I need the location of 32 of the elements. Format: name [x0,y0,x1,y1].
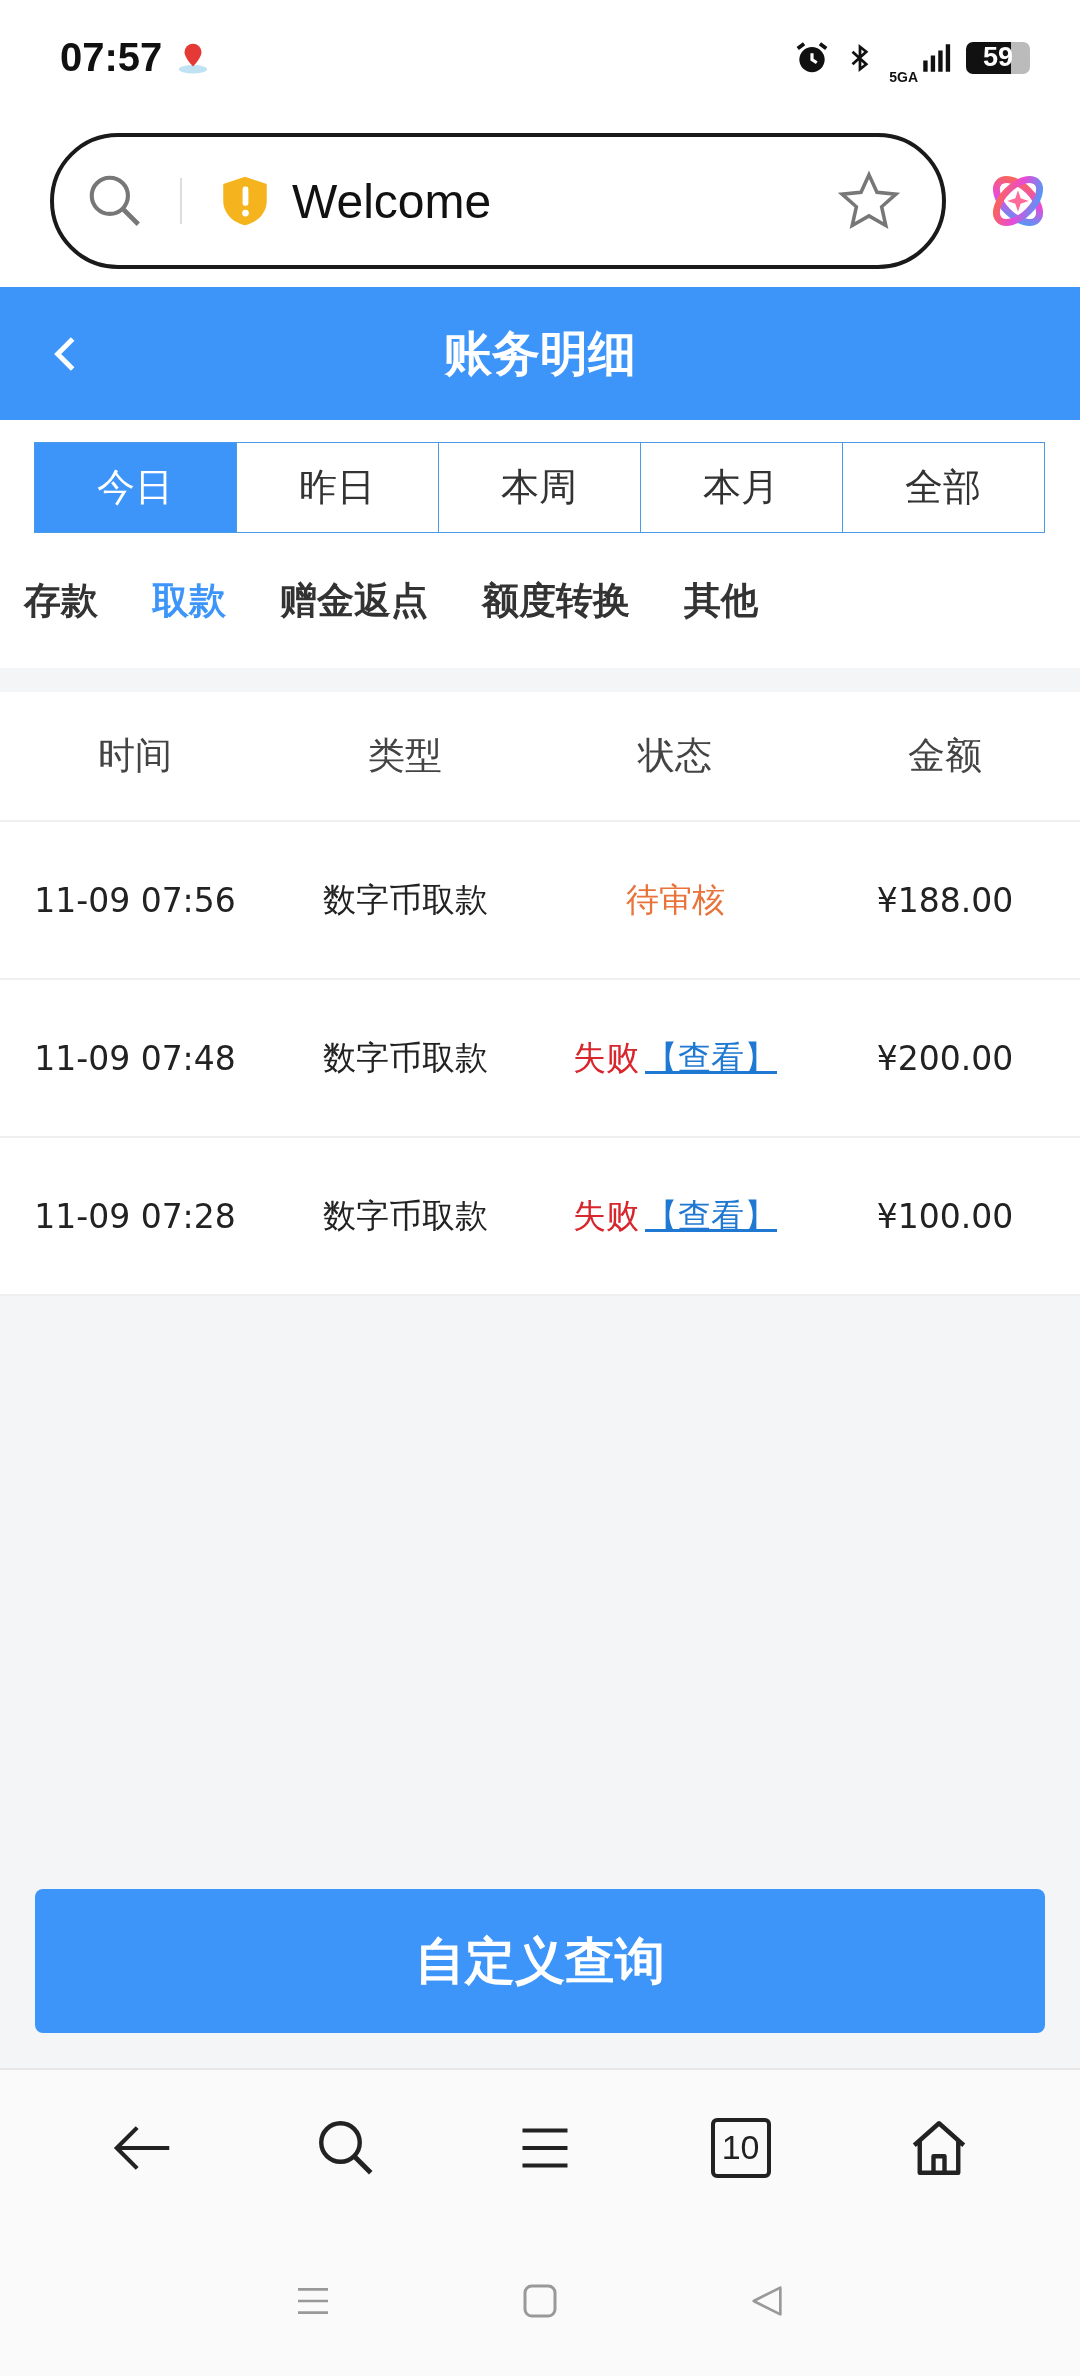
category-tab[interactable]: 赠金返点 [266,575,442,626]
period-tab[interactable]: 昨日 [235,442,439,533]
amount-cell-text: ¥200.00 [875,1038,1015,1078]
time-cell-text: 11-09 07:28 [33,1196,237,1236]
type-cell-text: 数字币取款 [321,1194,489,1237]
type-cell-text: 数字币取款 [321,878,489,921]
status-time: 07:57 [60,35,163,80]
address-text: Welcome [292,173,493,229]
network-label: 5GA [889,68,918,85]
column-header: 时间 [97,733,173,779]
column-header: 状态 [636,733,713,779]
address-bar[interactable]: Welcome [50,133,946,269]
time-cell-text: 11-09 07:56 [33,880,237,920]
period-tab[interactable]: 本月 [639,442,843,533]
category-tab[interactable]: 其他 [670,575,772,626]
period-tab[interactable]: 本周 [437,442,641,533]
status-text: 失败 [573,1036,639,1079]
amount-cell-text: ¥188.00 [875,880,1015,920]
status-text: 失败 [573,1194,639,1237]
amount-cell-text: ¥100.00 [875,1196,1015,1236]
time-cell-text: 11-09 07:48 [33,1038,237,1078]
category-tab[interactable]: 存款 [10,575,112,626]
tab-count-button[interactable]: 10 [710,2117,771,2178]
category-tab[interactable]: 额度转换 [468,575,644,626]
type-cell-text: 数字币取款 [321,1036,489,1079]
status-text: 待审核 [625,878,725,921]
column-header: 类型 [367,733,443,779]
page-title: 账务明细 [444,323,636,383]
column-header: 金额 [907,733,983,779]
period-tab[interactable]: 全部 [841,442,1045,533]
view-link[interactable]: 【查看】 [645,1193,777,1239]
view-link[interactable]: 【查看】 [645,1035,777,1081]
